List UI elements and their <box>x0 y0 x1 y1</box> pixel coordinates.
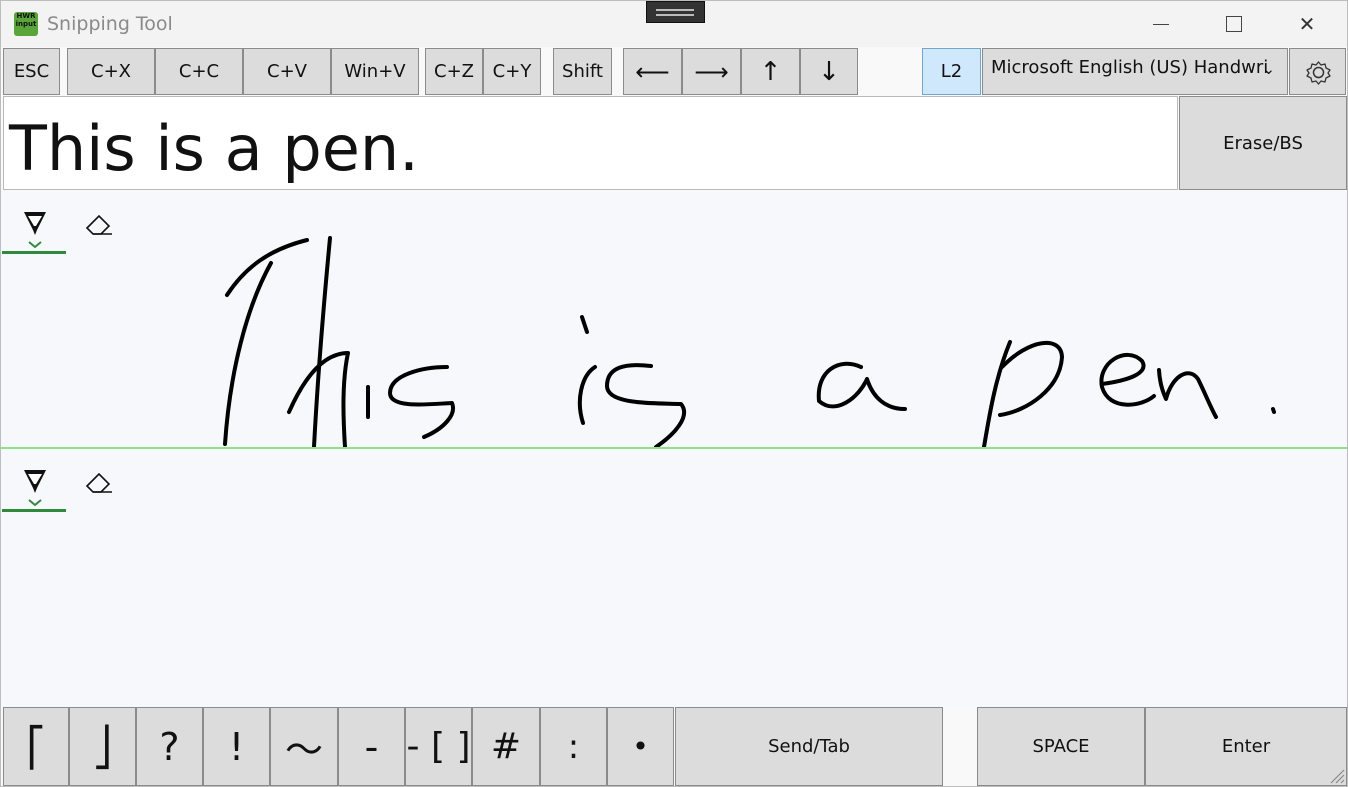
maximize-button[interactable] <box>1198 1 1270 47</box>
undo-button[interactable]: C+Z <box>425 48 483 95</box>
maximize-icon <box>1226 16 1242 32</box>
handwriting-pad-1[interactable] <box>1 191 1347 449</box>
left-arrow-button[interactable]: ⟵ <box>623 48 682 95</box>
left-corner-bracket-button[interactable]: ⎡ <box>3 707 69 786</box>
cut-button[interactable]: C+X <box>67 48 155 95</box>
minimize-icon <box>1153 23 1169 25</box>
hash-button[interactable]: # <box>472 707 540 786</box>
handwriting-pad-2[interactable] <box>1 449 1347 707</box>
settings-button[interactable] <box>1289 48 1346 95</box>
chevron-down-icon: ⌄ <box>1262 60 1275 78</box>
down-arrow-button[interactable]: ↓ <box>800 48 858 95</box>
right-corner-bracket-button[interactable]: ⎦ <box>69 707 136 786</box>
right-arrow-button[interactable]: ⟶ <box>682 48 741 95</box>
erase-backspace-button[interactable]: Erase/BS <box>1179 96 1347 190</box>
esc-button[interactable]: ESC <box>3 48 60 95</box>
exclamation-mark-button[interactable]: ! <box>203 707 270 786</box>
paste-button[interactable]: C+V <box>243 48 331 95</box>
hyphen-button[interactable]: - <box>338 707 405 786</box>
send-tab-button[interactable]: Send/Tab <box>675 707 943 786</box>
language-label: Microsoft English (US) Handwri <box>991 57 1269 78</box>
colon-button[interactable]: : <box>540 707 607 786</box>
active-tool-indicator <box>2 509 66 512</box>
copy-button[interactable]: C+C <box>155 48 243 95</box>
gear-icon <box>1306 61 1331 85</box>
recognized-text-box[interactable]: This is a pen. <box>3 96 1178 190</box>
recognized-text: This is a pen. <box>9 112 419 185</box>
close-icon: ✕ <box>1298 12 1316 36</box>
close-button[interactable]: ✕ <box>1271 1 1343 47</box>
bullet-button[interactable]: • <box>607 707 674 786</box>
minimize-button[interactable] <box>1125 1 1197 47</box>
eraser-icon[interactable] <box>84 471 114 495</box>
bracket-button[interactable]: - [ ] <box>405 707 472 786</box>
up-arrow-button[interactable]: ↑ <box>741 48 800 95</box>
app-window: HWR input Snipping Tool ✕ ESC C+X C+C C+… <box>0 0 1348 787</box>
window-title: Snipping Tool <box>47 13 173 35</box>
ink-strokes <box>223 236 1276 447</box>
tilde-button[interactable]: 〜 <box>270 707 338 786</box>
clipboard-history-button[interactable]: Win+V <box>331 48 419 95</box>
drag-handle[interactable] <box>646 1 705 23</box>
redo-button[interactable]: C+Y <box>483 48 541 95</box>
shift-button[interactable]: Shift <box>553 48 612 95</box>
question-mark-button[interactable]: ? <box>136 707 203 786</box>
app-icon: HWR input <box>14 12 38 36</box>
app-icon-text-top: HWR <box>16 12 36 20</box>
app-icon-text-bottom: input <box>15 20 37 28</box>
language-dropdown[interactable]: Microsoft English (US) Handwri ⌄ <box>982 48 1288 95</box>
l2-button[interactable]: L2 <box>922 48 981 95</box>
title-bar[interactable]: HWR input Snipping Tool ✕ <box>1 1 1347 47</box>
space-button[interactable]: SPACE <box>977 707 1145 786</box>
resize-grip-icon[interactable] <box>1327 766 1345 784</box>
enter-button[interactable]: Enter <box>1145 707 1347 786</box>
pen-icon[interactable] <box>21 467 49 509</box>
